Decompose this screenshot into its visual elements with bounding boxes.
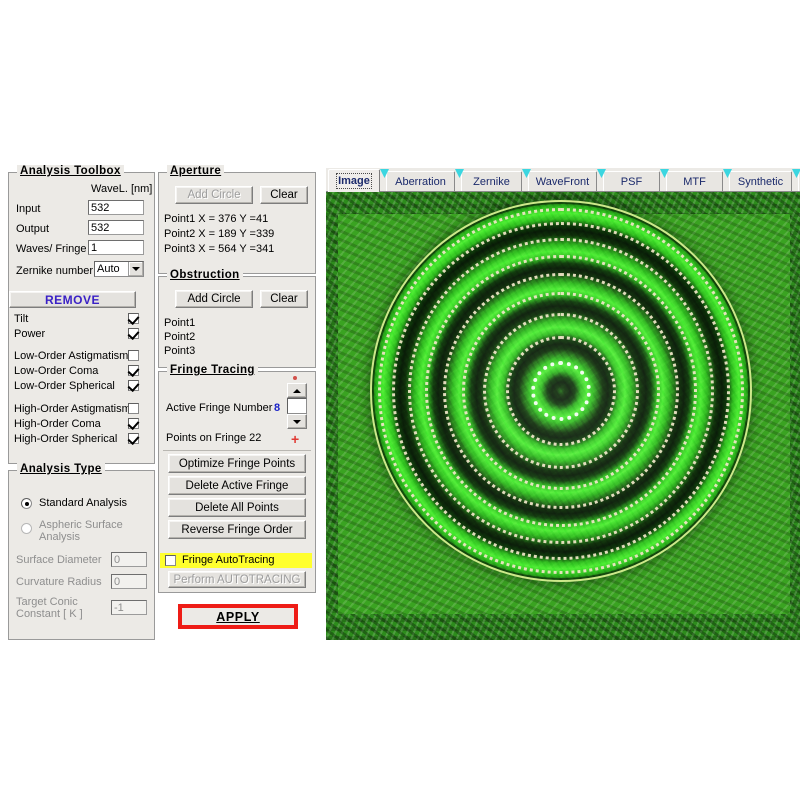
aperture-clear-button[interactable]: Clear [260, 186, 308, 204]
term-label-tilt: Tilt [14, 313, 28, 325]
term-checkbox-low-order-coma[interactable] [128, 365, 139, 376]
apply-button-label: APPLY [216, 610, 260, 624]
aperture-point-3: Point3 X = 564 Y =341 [164, 243, 274, 255]
input-label: Input [16, 203, 40, 215]
delete-all-points-button[interactable]: Delete All Points [168, 498, 306, 517]
active-fringe-number-label: Active Fringe Number [166, 402, 272, 414]
waves-per-fringe-label: Waves/ Fringe [16, 243, 87, 255]
delete-active-fringe-label: Delete Active Fringe [186, 480, 289, 492]
term-label-high-order-spherical: High-Order Spherical [14, 433, 117, 445]
obstruction-point-3: Point3 [164, 345, 195, 357]
reverse-fringe-order-button[interactable]: Reverse Fringe Order [168, 520, 306, 539]
term-checkbox-low-order-spherical[interactable] [128, 380, 139, 391]
tab-aberration[interactable]: Aberration [386, 171, 455, 192]
zernike-number-value: Auto [97, 263, 120, 275]
surface-diameter-field[interactable]: 0 [111, 552, 147, 567]
fringe-marker-dot-icon [293, 376, 297, 380]
add-point-plus-icon[interactable]: + [291, 434, 299, 444]
surface-diameter-label: Surface Diameter [16, 554, 102, 566]
input-wavelength-field[interactable]: 532 [88, 200, 144, 215]
term-label-high-order-astigmatism: High-Order Astigmatism [14, 403, 131, 415]
aperture-add-circle-label: Add Circle [187, 189, 240, 201]
term-label-power: Power [14, 328, 45, 340]
fringe-tracing-legend: Fringe Tracing [167, 364, 258, 376]
curvature-radius-label: Curvature Radius [16, 576, 102, 588]
aperture-add-circle-button[interactable]: Add Circle [175, 186, 253, 204]
obstruction-add-circle-label: Add Circle [187, 293, 240, 305]
fringe-spinner-field[interactable] [287, 398, 307, 414]
term-label-low-order-spherical: Low-Order Spherical [14, 380, 115, 392]
target-conic-constant-field[interactable]: -1 [111, 600, 147, 615]
analysis-toolbox-legend: Analysis Toolbox [17, 165, 124, 177]
tab-synthetic[interactable]: Synthetic [729, 171, 792, 192]
term-checkbox-high-order-coma[interactable] [128, 418, 139, 429]
optimize-fringe-points-button[interactable]: Optimize Fringe Points [168, 454, 306, 473]
zernike-number-select[interactable]: Auto [94, 261, 144, 277]
apply-button[interactable]: APPLY [178, 604, 298, 629]
fringe-autotracing-label: Fringe AutoTracing [182, 554, 275, 566]
obstruction-point-1: Point1 [164, 317, 195, 329]
perform-autotracing-button[interactable]: Perform AUTOTRACING [168, 571, 306, 588]
delete-active-fringe-button[interactable]: Delete Active Fringe [168, 476, 306, 495]
perform-autotracing-label: Perform AUTOTRACING [174, 574, 301, 586]
interferogram-glare-overlay [326, 192, 800, 640]
wavelength-header: WaveL. [nm] [91, 183, 152, 195]
target-conic-constant-label: Target Conic Constant [ K ] [16, 596, 104, 620]
active-fringe-number-value: 8 [274, 402, 280, 414]
remove-button[interactable]: REMOVE [9, 291, 136, 308]
interferogram-image[interactable] [326, 192, 800, 640]
obstruction-legend: Obstruction [167, 269, 243, 281]
fringe-autotracing-checkbox[interactable] [165, 555, 176, 566]
term-checkbox-power[interactable] [128, 328, 139, 339]
term-label-low-order-astigmatism: Low-Order Astigmatism [14, 350, 128, 362]
aperture-point-1: Point1 X = 376 Y =41 [164, 213, 268, 225]
interferometry-analysis-window: Analysis Toolbox WaveL. [nm] Input 532 O… [0, 0, 800, 800]
term-checkbox-tilt[interactable] [128, 313, 139, 324]
term-checkbox-high-order-spherical[interactable] [128, 433, 139, 444]
chevron-down-icon[interactable] [128, 262, 143, 276]
points-on-fringe-label: Points on Fringe 22 [166, 432, 261, 444]
term-label-high-order-coma: High-Order Coma [14, 418, 101, 430]
tab-wavefront[interactable]: WaveFront [528, 171, 597, 192]
delete-all-points-label: Delete All Points [195, 502, 279, 514]
reverse-fringe-order-label: Reverse Fringe Order [181, 524, 292, 536]
tab-image[interactable]: Image [328, 169, 380, 192]
image-results-panel: Image Aberration Zernike WaveFront PSF M… [326, 168, 800, 640]
output-wavelength-field[interactable]: 532 [88, 220, 144, 235]
aperture-clear-label: Clear [270, 189, 297, 201]
label-aspheric-surface-analysis: Aspheric Surface Analysis [39, 519, 139, 543]
waves-per-fringe-field[interactable]: 1 [88, 240, 144, 255]
tab-psf[interactable]: PSF [603, 171, 660, 192]
aperture-legend: Aperture [167, 165, 224, 177]
fringe-spinner-down-button[interactable] [287, 414, 307, 429]
results-tabstrip: Image Aberration Zernike WaveFront PSF M… [326, 168, 800, 192]
radio-standard-analysis[interactable] [21, 498, 32, 509]
aperture-panel: Aperture Add Circle Clear Point1 X = 376… [158, 172, 316, 274]
tab-mtf[interactable]: MTF [666, 171, 723, 192]
analysis-type-legend: Analysis Type [17, 463, 105, 475]
analysis-type-panel: Analysis Type Standard Analysis Aspheric… [8, 470, 155, 640]
obstruction-panel: Obstruction Add Circle Clear Point1 Poin… [158, 276, 316, 368]
obstruction-add-circle-button[interactable]: Add Circle [175, 290, 253, 308]
fringe-spinner-up-button[interactable] [287, 383, 307, 398]
curvature-radius-field[interactable]: 0 [111, 574, 147, 589]
radio-aspheric-surface-analysis[interactable] [21, 523, 32, 534]
term-checkbox-low-order-astigmatism[interactable] [128, 350, 139, 361]
obstruction-clear-label: Clear [270, 293, 297, 305]
remove-button-label: REMOVE [45, 293, 100, 307]
tab-zernike[interactable]: Zernike [461, 171, 522, 192]
term-checkbox-high-order-astigmatism[interactable] [128, 403, 139, 414]
optimize-fringe-points-label: Optimize Fringe Points [179, 458, 295, 470]
aperture-point-2: Point2 X = 189 Y =339 [164, 228, 274, 240]
fringe-autotracing-row: Fringe AutoTracing [160, 553, 312, 568]
label-standard-analysis: Standard Analysis [39, 497, 127, 509]
obstruction-point-2: Point2 [164, 331, 195, 343]
output-label: Output [16, 223, 49, 235]
zernike-number-label: Zernike number [16, 265, 93, 277]
obstruction-clear-button[interactable]: Clear [260, 290, 308, 308]
term-label-low-order-coma: Low-Order Coma [14, 365, 98, 377]
